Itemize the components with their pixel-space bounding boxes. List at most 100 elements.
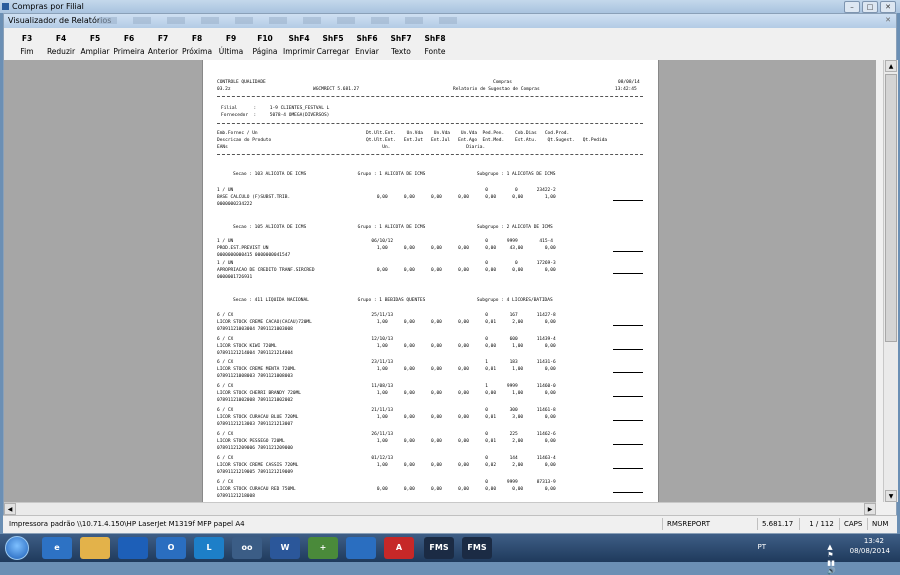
item-pack-line: 6 / CX 12/10/13 0 600 11439-4 xyxy=(217,337,556,342)
toolbar-label: Fonte xyxy=(424,47,446,56)
outlook-icon[interactable]: O xyxy=(156,537,186,559)
toolbar-key: ShF4 xyxy=(288,34,310,43)
item-description-line: PROD.EST.PREVIST UN 1,00 0,00 0,00 0,00 … xyxy=(217,246,556,251)
item-pack-line: 6 / CX 11/08/13 1 9999 11460-0 xyxy=(217,384,556,389)
item-ean-line: 07891121003004 7891121003008 xyxy=(217,327,293,332)
report-fornecedor: Fornecedor : 5078-4 OMEGA(DIVERSOS) xyxy=(221,113,330,118)
item-pack-line: 1 / UN 0 0 17269-3 xyxy=(217,261,556,266)
scroll-thumb[interactable] xyxy=(885,74,897,342)
toolbar-key: F4 xyxy=(55,34,67,43)
item-description-line: APROPRIACAO DE CREDITO TRANF.SIRCRED 0,0… xyxy=(217,268,556,273)
item-ean-line: 07891121213003 7891121213007 xyxy=(217,422,293,427)
item-ean-line: 07891121219005 7891121219009 xyxy=(217,470,293,475)
report-divider xyxy=(217,154,643,155)
qty-pedida-blank xyxy=(613,273,643,274)
report-column-header-3: EANs Un. Diaria. xyxy=(217,145,486,150)
status-page: 1 / 112 xyxy=(799,518,839,530)
report-column-header-1: Emb.Fornec / Un Dt.Ult.Ent. Un.Vda Un.Vd… xyxy=(217,131,570,136)
app-icon[interactable]: + xyxy=(308,537,338,559)
report-filial: Filial : 1-9 CLIENTES_FESTVAL L xyxy=(221,106,330,111)
scroll-right-icon[interactable]: ▶ xyxy=(864,503,876,515)
toolbar-label: Fim xyxy=(20,47,34,56)
taskbar-app-fms[interactable]: FMS xyxy=(424,537,454,559)
item-pack-line: 6 / CX 23/11/13 1 183 11431-6 xyxy=(217,360,556,365)
viewer-title-tabs xyxy=(99,17,459,24)
qty-pedida-blank xyxy=(613,396,643,397)
toolbar-key: F10 xyxy=(257,34,273,43)
scroll-up-icon[interactable]: ▲ xyxy=(885,60,897,72)
status-report: RMSREPORT xyxy=(662,518,757,530)
scroll-down-icon[interactable]: ▼ xyxy=(885,490,897,502)
toolbar-key: ShF8 xyxy=(424,34,446,43)
item-ean-line: 0000000000415 0000000041547 xyxy=(217,253,291,258)
report-page: CONTROLE QUALIDADE 03.2z WGCMRECT 5.681.… xyxy=(202,60,659,502)
toolbar-label: Primeira xyxy=(113,47,145,56)
toolbar-label: Texto xyxy=(391,47,411,56)
ie-icon[interactable]: e xyxy=(42,537,72,559)
report-section-header: Secao : 411 LIQUIDA NACIONAL Grupo : 1 B… xyxy=(233,298,553,303)
toolbar-key: ShF6 xyxy=(356,34,378,43)
toolbar-label: Reduzir xyxy=(46,47,76,56)
item-ean-line: 0000000234222 xyxy=(217,202,253,207)
toolbar-key: F6 xyxy=(123,34,135,43)
toolbar-label: Anterior xyxy=(147,47,179,56)
qty-pedida-blank xyxy=(613,420,643,421)
item-pack-line: 6 / CX 26/11/13 0 225 11462-6 xyxy=(217,432,556,437)
word-icon[interactable]: W xyxy=(270,537,300,559)
folder-icon[interactable] xyxy=(80,537,110,559)
media-icon[interactable] xyxy=(118,537,148,559)
clock-date[interactable]: 08/08/2014 xyxy=(850,547,890,555)
qty-pedida-blank xyxy=(613,492,643,493)
report-section-header: Secao : 103 ALICOTA DE ICMS Grupo : 1 AL… xyxy=(233,172,556,177)
item-ean-line: 07891121214004 7891121214004 xyxy=(217,351,293,356)
toolbar-label: Ampliar xyxy=(80,47,110,56)
app-icon[interactable]: oo xyxy=(232,537,262,559)
qty-pedida-blank xyxy=(613,468,643,469)
item-pack-line: 1 / UN 0 0 23422-2 xyxy=(217,188,556,193)
app-icon[interactable] xyxy=(346,537,376,559)
toolbar-key: F7 xyxy=(157,34,169,43)
app-icon xyxy=(2,3,9,10)
item-description-line: LICOR STOCK PESSEGO 720ML 1,00 0,00 0,00… xyxy=(217,439,556,444)
toolbar-label: Página xyxy=(252,47,278,56)
report-header-title: Compras xyxy=(493,80,512,85)
qty-pedida-blank xyxy=(613,372,643,373)
report-section-header: Secao : 105 ALICOTA DE ICMS Grupo : 1 AL… xyxy=(233,225,553,230)
report-header-left1: CONTROLE QUALIDADE xyxy=(217,80,266,85)
item-description-line: LICOR STOCK KIWI 720ML 1,00 0,00 0,00 0,… xyxy=(217,344,556,349)
report-header-date: 08/08/14 xyxy=(618,80,640,85)
taskbar-app-fms[interactable]: FMS xyxy=(462,537,492,559)
clock-time[interactable]: 13:42 xyxy=(864,537,884,545)
qty-pedida-blank xyxy=(613,200,643,201)
maximize-button[interactable]: □ xyxy=(862,1,878,13)
report-viewport[interactable]: CONTROLE QUALIDADE 03.2z WGCMRECT 5.681.… xyxy=(4,60,876,502)
report-header-program: WGCMRECT 5.681.27 xyxy=(313,87,360,92)
item-pack-line: 6 / CX 0 9999 87313-9 xyxy=(217,480,556,485)
toolbar-label: Imprimir xyxy=(283,47,315,56)
report-header-left2: 03.2z xyxy=(217,87,231,92)
lync-icon[interactable]: L xyxy=(194,537,224,559)
viewer-title: Visualizador de Relatórios xyxy=(8,16,112,25)
horizontal-scrollbar[interactable]: ◀ ▶ xyxy=(4,502,876,515)
tray-icons[interactable]: ▲ ⚑ ▮▮ 🔊 xyxy=(827,543,836,575)
viewer-close-icon[interactable]: ✕ xyxy=(883,15,893,25)
toolbar-key: F9 xyxy=(225,34,237,43)
report-header-subtitle: Relatorio de Sugestao de Compras xyxy=(453,87,540,92)
acrobat-icon[interactable]: A xyxy=(384,537,414,559)
start-button[interactable] xyxy=(5,536,29,560)
report-divider xyxy=(217,123,643,124)
item-ean-line: 07891121002008 7891121002002 xyxy=(217,398,293,403)
status-bar: Impressora padrão \\10.71.4.150\HP Laser… xyxy=(3,515,897,533)
vertical-scrollbar[interactable]: ▲ ▼ xyxy=(883,60,898,502)
close-button[interactable]: ✕ xyxy=(880,1,896,13)
toolbar-key: F8 xyxy=(191,34,203,43)
scroll-left-icon[interactable]: ◀ xyxy=(4,503,16,515)
qty-pedida-blank xyxy=(613,325,643,326)
item-ean-line: 07891121209006 7891121209000 xyxy=(217,446,293,451)
minimize-button[interactable]: – xyxy=(844,1,860,13)
qty-pedida-blank xyxy=(613,444,643,445)
language-indicator[interactable]: PT xyxy=(758,543,767,551)
status-printer: Impressora padrão \\10.71.4.150\HP Laser… xyxy=(9,520,245,528)
taskbar: e O L oo W + A FMS FMS PT ▲ ⚑ ▮▮ 🔊 13:42… xyxy=(0,534,900,575)
app-title: Compras por Filial xyxy=(12,2,84,11)
